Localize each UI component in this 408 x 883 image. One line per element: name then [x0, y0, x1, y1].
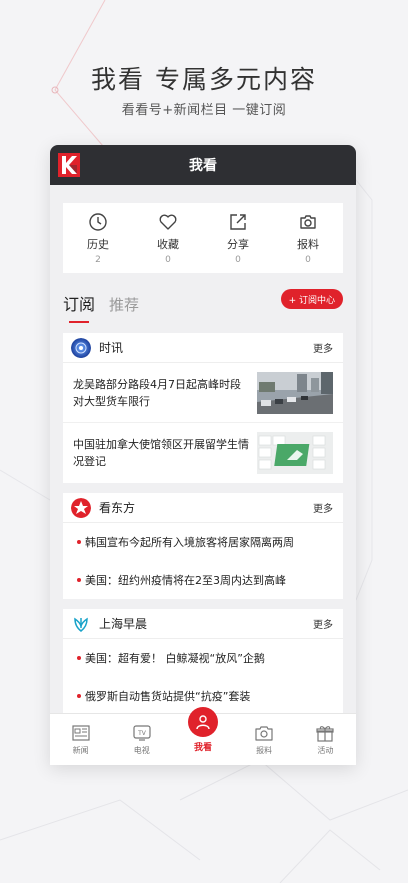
bullet-dot	[77, 540, 81, 544]
nav-label: 我看	[193, 742, 212, 753]
channel-name: 上海早晨	[99, 617, 148, 631]
stat-label: 收藏	[157, 237, 179, 251]
phone-screen: 我看 历史 2 收藏 0 分享 0 报料 0 订阅 推荐 + 订阅中心 时讯 更…	[50, 145, 356, 765]
tab-subscribe[interactable]: 订阅	[63, 291, 95, 323]
news-thumbnail-road	[257, 371, 333, 414]
app-logo[interactable]	[58, 153, 80, 177]
svg-text:TV: TV	[137, 730, 147, 737]
nav-label: 电视	[133, 745, 150, 755]
nav-report[interactable]: 报料	[239, 724, 289, 756]
camera-icon	[300, 214, 316, 229]
news-title: 俄罗斯自动售货站提供“抗疫”套装	[85, 690, 251, 703]
news-icon	[71, 724, 90, 741]
heart-icon	[159, 214, 177, 230]
app-titlebar: 我看	[50, 145, 356, 185]
subscription-center-button[interactable]: + 订阅中心	[280, 289, 343, 309]
stat-label: 报料	[297, 237, 319, 251]
share-icon	[230, 213, 246, 230]
stat-label: 历史	[87, 237, 109, 251]
card-header[interactable]: 看东方 更多	[63, 493, 343, 523]
shixun-channel-icon	[71, 337, 91, 358]
bullet-dot	[77, 694, 81, 698]
stat-favorites[interactable]: 收藏 0	[138, 212, 198, 265]
nav-label: 报料	[256, 745, 273, 755]
card-header[interactable]: 上海早晨 更多	[63, 609, 343, 639]
user-stats-panel: 历史 2 收藏 0 分享 0 报料 0	[63, 203, 343, 273]
stat-share[interactable]: 分享 0	[208, 212, 268, 265]
promo-headline: 我看 专属多元内容	[91, 65, 317, 94]
nav-activity[interactable]: 活动	[300, 724, 350, 756]
promo-subline: 看看号+新闻栏目 一键订阅	[121, 103, 287, 118]
bottom-navigation: 新闻 TV 电视 我看 报料 活动	[50, 706, 356, 765]
more-link[interactable]: 更多	[313, 616, 333, 631]
channel-name: 看东方	[99, 501, 136, 515]
card-header[interactable]: 时讯 更多	[63, 333, 343, 363]
news-title: 韩国宣布今起所有入境旅客将居家隔离两周	[85, 536, 294, 549]
news-item[interactable]: 中国驻加拿大使馆领区开展留学生情况登记	[63, 423, 343, 483]
news-item[interactable]: 美国：纽约州疫情将在2至3周内达到高峰	[63, 561, 343, 599]
news-title: 美国：超有爱！ 白鲸凝视“放风”企鹅	[85, 652, 265, 665]
stat-report[interactable]: 报料 0	[278, 212, 338, 265]
tv-icon: TV	[133, 724, 151, 741]
page-title: 我看	[189, 158, 217, 174]
camera-icon	[255, 725, 273, 741]
gift-icon	[316, 725, 334, 742]
channel-card-kandongfang: 看东方 更多 韩国宣布今起所有入境旅客将居家隔离两周 美国：纽约州疫情将在2至3…	[63, 493, 343, 599]
news-title: 美国：纽约州疫情将在2至3周内达到高峰	[85, 574, 286, 587]
news-title: 中国驻加拿大使馆领区开展留学生情况登记	[73, 438, 249, 468]
stat-count: 2	[95, 254, 101, 265]
nav-label: 活动	[317, 745, 334, 755]
shanghai-morning-channel-icon	[74, 617, 88, 632]
more-link[interactable]: 更多	[313, 500, 333, 515]
nav-wokan[interactable]: 我看	[178, 706, 228, 753]
channel-card-shanghai-morning: 上海早晨 更多 美国：超有爱！ 白鲸凝视“放风”企鹅 俄罗斯自动售货站提供“抗疫…	[63, 609, 343, 715]
kandongfang-channel-icon	[71, 497, 91, 518]
news-title: 龙吴路部分路段4月7日起高峰时段对大型货车限行	[73, 377, 241, 408]
nav-label: 新闻	[72, 745, 89, 755]
stat-count: 0	[165, 254, 171, 265]
news-item[interactable]: 龙吴路部分路段4月7日起高峰时段对大型货车限行	[63, 363, 343, 423]
stat-history[interactable]: 历史 2	[68, 212, 128, 265]
user-icon	[196, 714, 210, 729]
bullet-dot	[77, 656, 81, 660]
stat-count: 0	[235, 254, 241, 265]
stat-label: 分享	[227, 237, 249, 251]
stat-count: 0	[305, 254, 311, 265]
channel-card-shixun: 时讯 更多 龙吴路部分路段4月7日起高峰时段对大型货车限行 中国驻加拿大使馆领区…	[63, 333, 343, 483]
nav-tv[interactable]: TV 电视	[117, 724, 167, 756]
nav-news[interactable]: 新闻	[56, 724, 106, 756]
tab-recommend[interactable]: 推荐	[109, 294, 139, 323]
news-thumbnail-keyboard	[257, 432, 333, 474]
history-clock-icon	[89, 212, 107, 231]
channel-name: 时讯	[99, 341, 124, 355]
bullet-dot	[77, 578, 81, 582]
news-item[interactable]: 美国：超有爱！ 白鲸凝视“放风”企鹅	[63, 639, 343, 677]
news-item[interactable]: 韩国宣布今起所有入境旅客将居家隔离两周	[63, 523, 343, 561]
active-nav-circle	[187, 706, 218, 737]
more-link[interactable]: 更多	[313, 340, 333, 355]
content-tabs: 订阅 推荐 + 订阅中心	[63, 289, 343, 323]
logo-k-icon	[58, 153, 80, 177]
